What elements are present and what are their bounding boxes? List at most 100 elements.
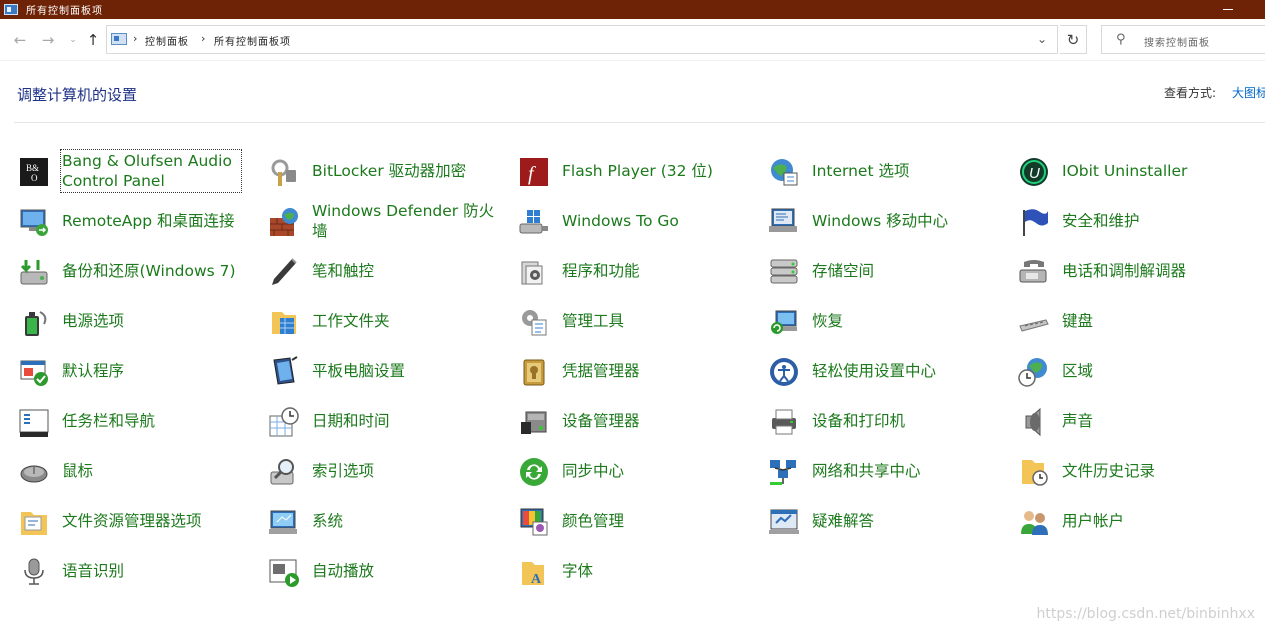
- search-icon: ⚲: [1116, 32, 1126, 47]
- search-box[interactable]: ⚲ 搜索控制面板: [1101, 25, 1265, 54]
- chevron-down-icon: ⌄: [69, 35, 77, 45]
- control-panel-item[interactable]: 笔和触控: [268, 251, 508, 291]
- control-panel-item[interactable]: 自动播放: [268, 551, 508, 591]
- item-label: 文件资源管理器选项: [62, 512, 202, 530]
- control-panel-item[interactable]: 轻松使用设置中心: [768, 351, 1008, 391]
- item-label: 设备和打印机: [812, 412, 906, 430]
- recent-locations-button[interactable]: ⌄: [64, 31, 82, 49]
- control-panel-item[interactable]: 区域: [1018, 351, 1258, 391]
- default-programs-icon: [20, 360, 48, 386]
- control-panel-item[interactable]: 任务栏和导航: [18, 401, 258, 441]
- refresh-button[interactable]: ↻: [1060, 25, 1087, 54]
- control-panel-item[interactable]: 索引选项: [268, 451, 508, 491]
- bang-olufsen-icon: B&O: [20, 158, 48, 186]
- control-panel-item[interactable]: f Flash Player (32 位): [518, 151, 758, 191]
- work-folders-icon: [272, 312, 296, 334]
- item-label: 文件历史记录: [1062, 462, 1156, 480]
- arrow-right-icon: →: [41, 31, 55, 49]
- control-panel-item[interactable]: 存储空间: [768, 251, 1008, 291]
- control-panel-item[interactable]: 凭据管理器: [518, 351, 758, 391]
- item-label: 用户帐户: [1062, 512, 1125, 530]
- breadcrumb-separator-icon[interactable]: ›: [201, 32, 205, 45]
- control-panel-item[interactable]: 鼠标: [18, 451, 258, 491]
- control-panel-item[interactable]: 键盘: [1018, 301, 1258, 341]
- control-panel-item[interactable]: Internet 选项: [768, 151, 1008, 191]
- item-label: Flash Player (32 位): [562, 162, 713, 180]
- control-panel-item[interactable]: U IObit Uninstaller: [1018, 151, 1258, 191]
- item-label: 轻松使用设置中心: [812, 362, 937, 380]
- control-panel-item[interactable]: A 字体: [518, 551, 758, 591]
- minimize-button[interactable]: [1213, 2, 1243, 16]
- forward-button[interactable]: →: [39, 31, 57, 49]
- navigation-bar: ← → ⌄ ↑ › 控制面板 › 所有控制面板项 ⌄ ↻ ⚲ 搜索控制面板: [0, 19, 1265, 61]
- item-label: 自动播放: [312, 562, 375, 580]
- tablet-icon: [273, 356, 298, 385]
- control-panel-item[interactable]: 文件历史记录: [1018, 451, 1258, 491]
- control-panel-item[interactable]: 平板电脑设置: [268, 351, 508, 391]
- mouse-icon: [20, 465, 48, 483]
- title-bar: 所有控制面板项: [0, 0, 1265, 19]
- item-label: 鼠标: [62, 462, 94, 480]
- item-label: 恢复: [812, 312, 844, 330]
- control-panel-item[interactable]: 默认程序: [18, 351, 258, 391]
- control-panel-item[interactable]: 工作文件夹: [268, 301, 508, 341]
- control-panel-item[interactable]: 系统: [268, 501, 508, 541]
- control-panel-item[interactable]: 安全和维护: [1018, 201, 1258, 241]
- internet-options-icon: [771, 159, 798, 186]
- control-panel-item[interactable]: 设备管理器: [518, 401, 758, 441]
- control-panel-item[interactable]: 备份和还原(Windows 7): [18, 251, 258, 291]
- control-panel-item[interactable]: 恢复: [768, 301, 1008, 341]
- svg-text:U: U: [1029, 165, 1040, 182]
- item-label: 颜色管理: [562, 512, 625, 530]
- control-panel-item[interactable]: 语音识别: [18, 551, 258, 591]
- troubleshooting-icon: [769, 509, 799, 534]
- item-label: Windows To Go: [562, 212, 679, 230]
- view-by-dropdown[interactable]: 大图标: [1232, 84, 1265, 101]
- item-label: 索引选项: [312, 462, 375, 480]
- control-panel-item[interactable]: 颜色管理: [518, 501, 758, 541]
- header-divider: [14, 122, 1265, 123]
- control-panel-item[interactable]: 电话和调制解调器: [1018, 251, 1258, 291]
- control-panel-item[interactable]: 疑难解答: [768, 501, 1008, 541]
- credential-icon: [523, 359, 545, 386]
- control-panel-item[interactable]: 电源选项: [18, 301, 258, 341]
- device-manager-icon: [521, 411, 547, 434]
- control-panel-item[interactable]: 声音: [1018, 401, 1258, 441]
- control-panel-icon: [4, 4, 18, 15]
- address-bar[interactable]: › 控制面板 › 所有控制面板项 ⌄: [106, 25, 1058, 54]
- item-label: 安全和维护: [1062, 212, 1140, 230]
- control-panel-item[interactable]: Windows Defender 防火墙: [268, 201, 508, 241]
- control-panel-item[interactable]: BitLocker 驱动器加密: [268, 151, 508, 191]
- control-panel-item[interactable]: Windows To Go: [518, 201, 758, 241]
- user-accounts-icon: [1021, 511, 1048, 535]
- control-panel-item[interactable]: 用户帐户: [1018, 501, 1258, 541]
- address-dropdown-icon[interactable]: ⌄: [1037, 32, 1047, 46]
- power-icon: [25, 311, 47, 336]
- item-label: 电话和调制解调器: [1062, 262, 1187, 280]
- control-panel-item[interactable]: B& O Bang & Olufsen Audio Control Panel: [18, 149, 258, 193]
- watermark: https://blog.csdn.net/binbinhxx: [1036, 606, 1256, 622]
- control-panel-item[interactable]: 网络和共享中心: [768, 451, 1008, 491]
- back-button[interactable]: ←: [11, 31, 29, 49]
- backup-icon: [20, 260, 48, 285]
- control-panel-item[interactable]: 文件资源管理器选项: [18, 501, 258, 541]
- file-history-icon: [1022, 460, 1048, 486]
- breadcrumb-separator-icon[interactable]: ›: [133, 32, 137, 45]
- search-placeholder: 搜索控制面板: [1144, 38, 1210, 49]
- item-label: 键盘: [1062, 312, 1094, 330]
- control-panel-item[interactable]: 日期和时间: [268, 401, 508, 441]
- control-panel-item[interactable]: Windows 移动中心: [768, 201, 1008, 241]
- item-label: 任务栏和导航: [62, 412, 156, 430]
- item-label: 程序和功能: [562, 262, 640, 280]
- control-panel-item[interactable]: 同步中心: [518, 451, 758, 491]
- refresh-icon: ↻: [1066, 31, 1080, 49]
- control-panel-item[interactable]: 设备和打印机: [768, 401, 1008, 441]
- control-panel-item[interactable]: 管理工具: [518, 301, 758, 341]
- control-panel-item[interactable]: RemoteApp 和桌面连接: [18, 201, 258, 241]
- control-panel-item[interactable]: 程序和功能: [518, 251, 758, 291]
- item-label: 凭据管理器: [562, 362, 640, 380]
- breadcrumb-control-panel[interactable]: 控制面板: [145, 33, 189, 48]
- breadcrumb-all-items[interactable]: 所有控制面板项: [214, 33, 291, 48]
- firewall-icon: [270, 208, 298, 236]
- up-button[interactable]: ↑: [84, 31, 102, 49]
